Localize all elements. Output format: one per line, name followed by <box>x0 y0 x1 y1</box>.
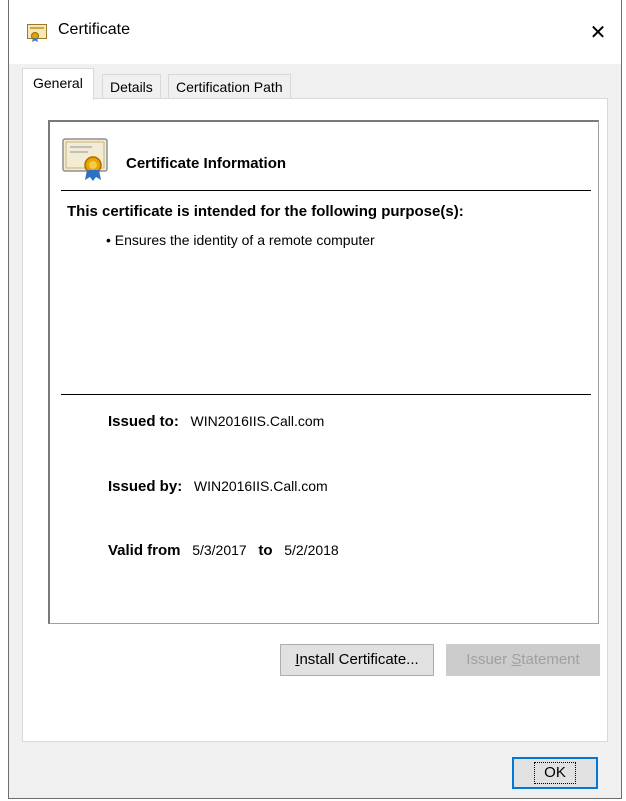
close-button[interactable]: ✕ <box>575 10 621 54</box>
valid-to-value: 5/2/2018 <box>284 542 339 558</box>
divider-top <box>61 190 591 191</box>
tab-details[interactable]: Details <box>102 74 161 99</box>
certificate-dialog: Certificate ✕ General Details Certificat… <box>8 0 622 799</box>
certificate-information-box: Certificate Information This certificate… <box>48 120 599 624</box>
tab-general[interactable]: General <box>22 68 94 100</box>
issued-to-label: Issued to: <box>108 413 179 430</box>
close-icon: ✕ <box>589 20 607 44</box>
issued-by-label: Issued by: <box>108 478 183 495</box>
purpose-item: • Ensures the identity of a remote compu… <box>106 232 375 248</box>
certificate-icon <box>27 24 47 42</box>
valid-from-value: 5/3/2017 <box>192 542 247 558</box>
divider-bottom <box>61 394 591 395</box>
title-bar: Certificate ✕ <box>9 0 621 64</box>
issued-to-row: Issued to: WIN2016IIS.Call.com <box>108 413 324 430</box>
purpose-heading: This certificate is intended for the fol… <box>67 203 464 220</box>
issuer-statement-button[interactable]: Issuer Statement <box>446 644 600 676</box>
issued-to-value: WIN2016IIS.Call.com <box>190 413 325 429</box>
certificate-ribbon-icon <box>62 138 108 181</box>
ok-button[interactable]: OK <box>512 757 598 789</box>
window-title: Certificate <box>58 21 131 38</box>
valid-from-label: Valid from <box>108 542 181 559</box>
install-certificate-button[interactable]: Install Certificate... <box>280 644 434 676</box>
valid-to-label: to <box>258 542 273 559</box>
tab-certification-path[interactable]: Certification Path <box>168 74 291 99</box>
certificate-information-title: Certificate Information <box>126 155 287 172</box>
validity-row: Valid from 5/3/2017 to 5/2/2018 <box>108 542 339 559</box>
general-tab-panel: Certificate Information This certificate… <box>22 98 608 742</box>
issued-by-value: WIN2016IIS.Call.com <box>193 478 328 494</box>
issued-by-row: Issued by: WIN2016IIS.Call.com <box>108 478 328 495</box>
